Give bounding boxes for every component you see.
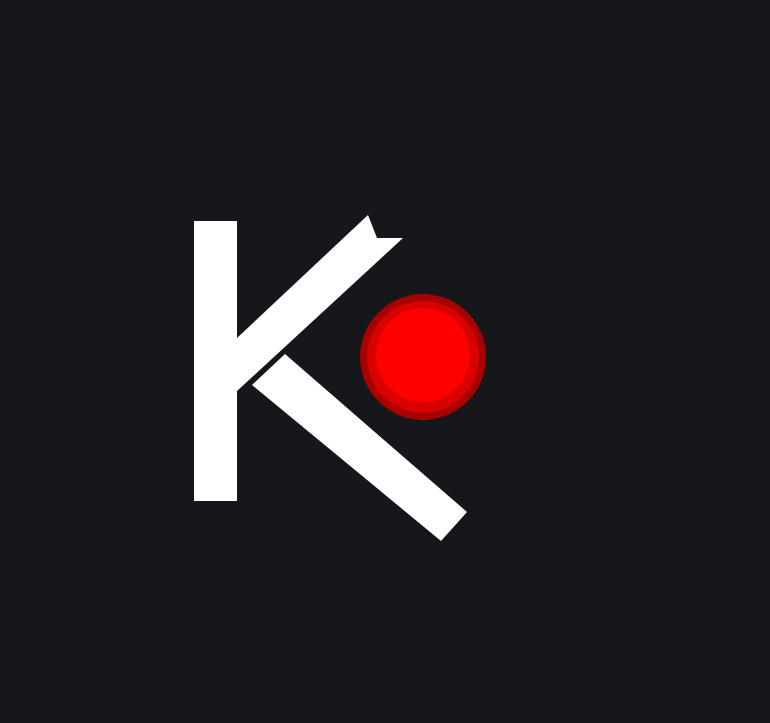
red-dot-icon (360, 294, 486, 420)
logo-canvas (0, 0, 770, 719)
logo-mark (0, 0, 770, 719)
k-stem (194, 221, 237, 501)
dot-core (376, 308, 470, 402)
